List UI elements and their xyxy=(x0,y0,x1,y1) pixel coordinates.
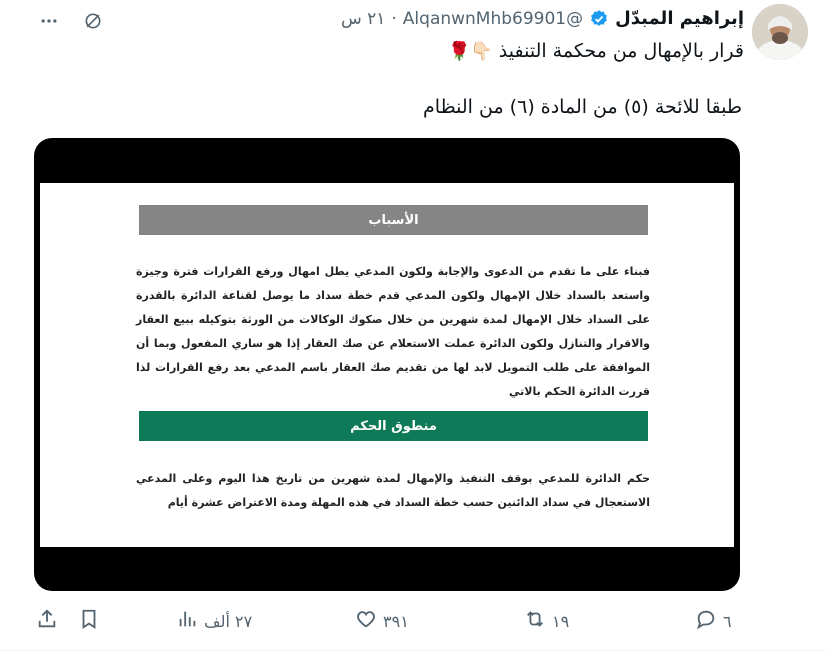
like-icon xyxy=(355,608,377,634)
likes-count: ٣٩١ xyxy=(383,611,409,631)
tweet-image[interactable]: الأسباب فبناء على ما تقدم من الدعوى والإ… xyxy=(34,138,740,591)
divider xyxy=(0,650,826,651)
replies-count: ٦ xyxy=(723,611,732,631)
share-icon[interactable] xyxy=(36,608,58,630)
retweets-count: ١٩ xyxy=(552,611,570,631)
tweet-top-icons xyxy=(36,8,106,34)
tweet-text-line1: قرار بالإمهال من محكمة التنفيذ 👇🏻🌹 xyxy=(448,40,744,62)
views-icon xyxy=(176,608,198,634)
tweet-header: إبراهيم المبدّل @AlqanwnMhb69901 · ٢١ س xyxy=(341,8,744,29)
document-page: الأسباب فبناء على ما تقدم من الدعوى والإ… xyxy=(40,183,734,547)
verdict-text: حكم الدائرة للمدعي بوقف التنفيذ والإمهال… xyxy=(136,472,650,509)
verified-icon xyxy=(589,9,609,29)
grok-icon[interactable] xyxy=(80,8,106,34)
tweet-text: قرار بالإمهال من محكمة التنفيذ xyxy=(498,40,744,62)
avatar[interactable] xyxy=(752,4,808,60)
tweet-text-line2: طبقا للائحة (٥) من المادة (٦) من النظام xyxy=(423,96,742,118)
reasons-text: فبناء على ما تقدم من الدعوى والإجابة ولك… xyxy=(136,265,650,398)
views-button[interactable]: ٢٧ ألف xyxy=(176,608,252,634)
reply-icon xyxy=(695,608,717,634)
tweet-emojis: 👇🏻🌹 xyxy=(447,40,493,62)
timestamp[interactable]: ٢١ س xyxy=(341,9,385,29)
bookmark-icon[interactable] xyxy=(78,608,100,630)
reasons-heading: الأسباب xyxy=(139,205,648,235)
reply-button[interactable]: ٦ xyxy=(695,608,732,634)
views-count: ٢٧ ألف xyxy=(204,611,253,631)
more-icon[interactable] xyxy=(36,8,62,34)
author-name[interactable]: إبراهيم المبدّل xyxy=(615,8,744,29)
author-handle[interactable]: @AlqanwnMhb69901 xyxy=(403,9,583,29)
verdict-heading: منطوق الحكم xyxy=(139,411,648,441)
action-bar: ٢٧ ألف ٣٩١ ١٩ ٦ xyxy=(0,608,826,638)
like-button[interactable]: ٣٩١ xyxy=(355,608,409,634)
retweet-icon xyxy=(524,608,546,634)
retweet-button[interactable]: ١٩ xyxy=(524,608,569,634)
separator: · xyxy=(391,8,397,29)
